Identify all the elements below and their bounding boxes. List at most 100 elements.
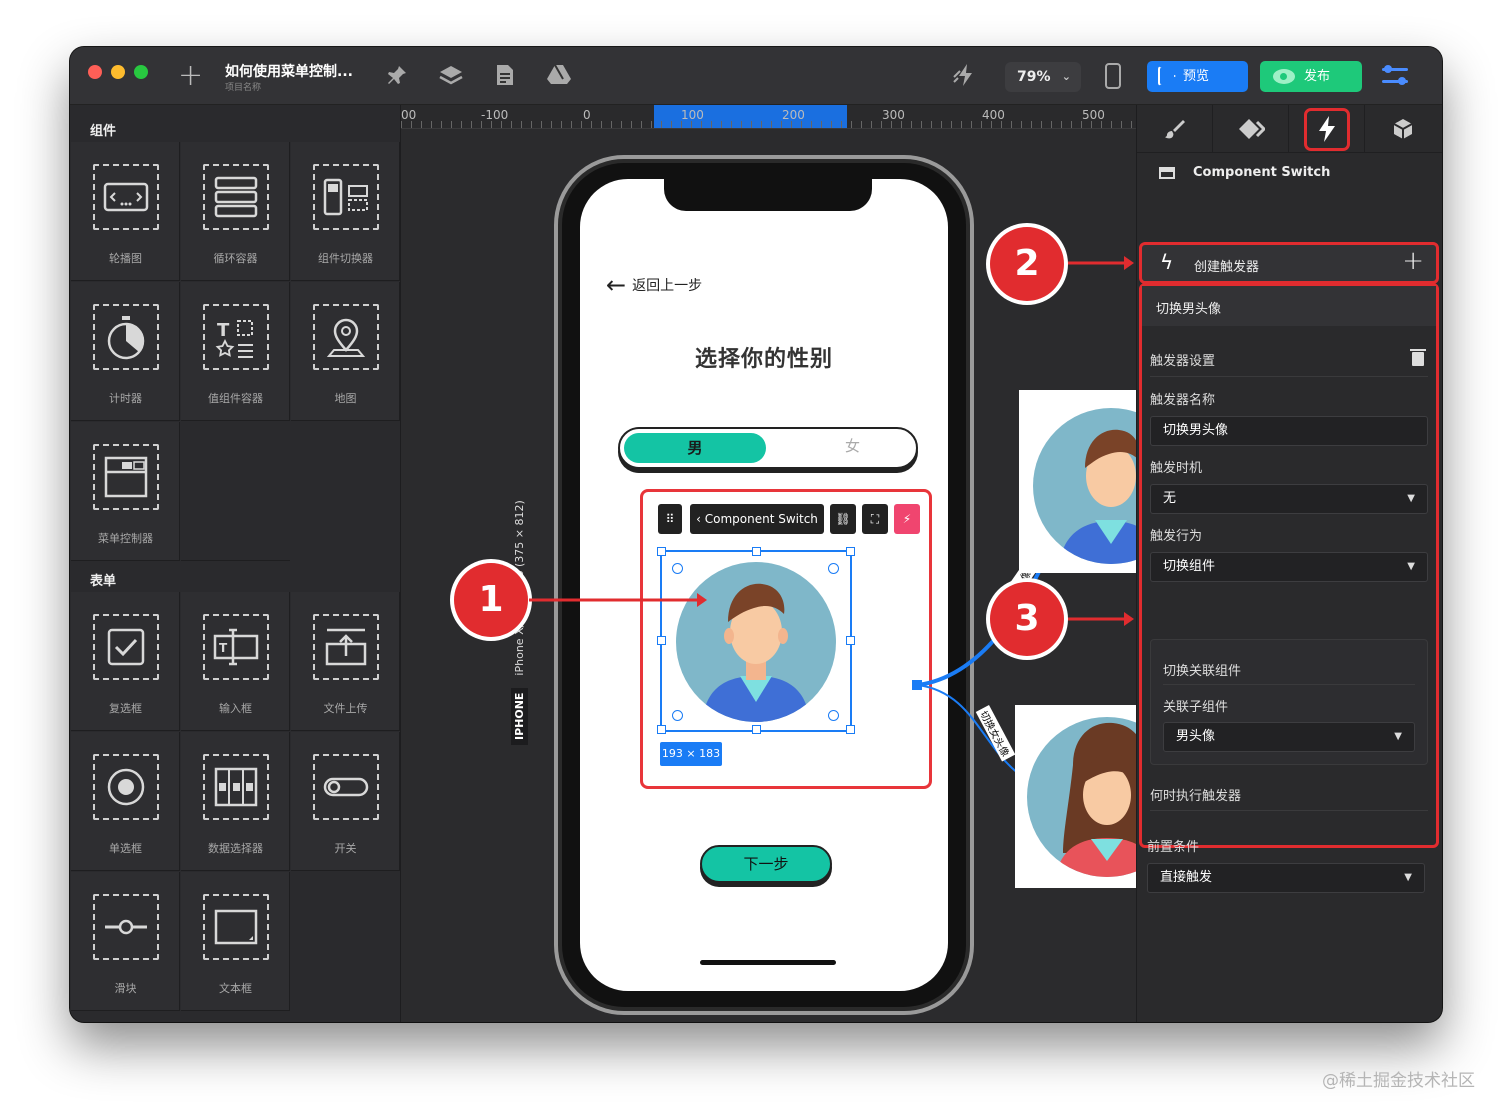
tab-states[interactable]: [1213, 105, 1289, 153]
size-badge: 193 × 183: [660, 742, 722, 766]
child-component-select[interactable]: 男头像 ▼: [1163, 722, 1415, 752]
link-icon[interactable]: ⛓: [830, 504, 856, 534]
data-picker-icon: [205, 756, 267, 818]
publish-button[interactable]: 发布: [1260, 61, 1362, 92]
phone-frame: ← 返回上一步 选择你的性别 男 女 ⠿ ‹ Component Switch ⛓…: [554, 155, 974, 1015]
maximize-window-button[interactable]: [134, 65, 148, 79]
tab-plugins[interactable]: [1365, 105, 1441, 153]
eye-icon: [1273, 69, 1295, 84]
next-button[interactable]: 下一步: [700, 845, 832, 883]
watermark: @稀土掘金技术社区: [1322, 1071, 1475, 1091]
zoom-select[interactable]: 79% ⌄: [1005, 62, 1081, 92]
preview-label: 预览: [1183, 69, 1210, 84]
svg-text:T: T: [219, 641, 228, 655]
male-avatar-image: [676, 562, 836, 722]
female-avatar-card[interactable]: [1015, 705, 1136, 888]
brush-icon: [1164, 120, 1185, 139]
form-data-picker[interactable]: 数据选择器: [181, 732, 290, 871]
trigger-action-select[interactable]: 切换组件 ▼: [1150, 552, 1428, 582]
fullscreen-icon[interactable]: ⛶: [862, 504, 888, 534]
selected-avatar-box[interactable]: [657, 547, 855, 734]
when-execute-label: 何时执行触发器: [1150, 789, 1242, 804]
project-title[interactable]: 如何使用菜单控制...: [225, 61, 353, 81]
add-icon[interactable]: +: [178, 58, 203, 93]
drive-icon[interactable]: [546, 63, 572, 89]
left-panel: 组件 轮播图 循环容器 组件切换器 计时器 T 值组件容器 地图 菜单控制器 表…: [70, 105, 401, 1022]
bolt-icon[interactable]: ⚡: [894, 504, 920, 534]
component-switcher[interactable]: 组件切换器: [291, 142, 400, 281]
trigger-settings-title: 触发器设置: [1150, 354, 1216, 369]
option-female[interactable]: 女: [845, 435, 860, 456]
form-slider[interactable]: 滑块: [71, 872, 180, 1011]
component-breadcrumb[interactable]: ‹ Component Switch: [690, 504, 824, 534]
form-label: 开关: [334, 842, 357, 855]
tab-highlight: [1304, 108, 1350, 151]
arrow-left-icon: ←: [606, 271, 627, 299]
close-window-button[interactable]: [88, 65, 102, 79]
back-link[interactable]: ← 返回上一步: [606, 271, 702, 299]
component-timer[interactable]: 计时器: [71, 282, 180, 421]
component-label: 轮播图: [109, 252, 142, 265]
form-switch[interactable]: 开关: [291, 732, 400, 871]
form-textarea[interactable]: 文本框: [181, 872, 290, 1011]
project-subtitle: 项目名称: [225, 83, 262, 93]
cube-icon: [1393, 119, 1413, 139]
component-label: 地图: [334, 392, 357, 405]
component-label: 组件切换器: [318, 252, 373, 265]
menu-controller-icon: [95, 446, 157, 508]
back-label: 返回上一步: [632, 278, 703, 294]
right-panel: Component Switch ϟ 创建触发器 + 切换男头像 触发器设置 触…: [1136, 105, 1442, 1022]
textarea-icon: [205, 896, 267, 958]
component-map[interactable]: 地图: [291, 282, 400, 421]
empty-cell: [181, 422, 290, 561]
component-carousel[interactable]: 轮播图: [71, 142, 180, 281]
device-tag: IPHONE: [511, 687, 528, 745]
component-value-container[interactable]: T 值组件容器: [181, 282, 290, 421]
checkbox-icon: [95, 616, 157, 678]
device-phone-icon[interactable]: [1100, 63, 1126, 89]
play-icon: [1158, 66, 1176, 86]
component-menu-controller[interactable]: 菜单控制器: [71, 422, 180, 561]
document-icon[interactable]: [492, 63, 518, 89]
trigger-timing-value: 无: [1163, 491, 1177, 506]
trash-icon[interactable]: [1410, 349, 1426, 366]
ruler-tick: -100: [481, 108, 509, 122]
form-checkbox[interactable]: 复选框: [71, 592, 180, 731]
layers-icon[interactable]: [438, 63, 464, 89]
form-file-upload[interactable]: 文件上传: [291, 592, 400, 731]
add-trigger-button[interactable]: +: [1402, 246, 1424, 276]
component-loop-container[interactable]: 循环容器: [181, 142, 290, 281]
svg-text:T: T: [217, 320, 230, 341]
interaction-bolt-icon[interactable]: [952, 63, 978, 89]
form-label: 复选框: [109, 702, 142, 715]
form-input[interactable]: T 输入框: [181, 592, 290, 731]
male-avatar-card[interactable]: [1019, 390, 1136, 573]
create-trigger-bar[interactable]: ϟ 创建触发器 +: [1139, 242, 1439, 284]
ruler-tick: 0: [583, 108, 591, 122]
minimize-window-button[interactable]: [111, 65, 125, 79]
component-switch-frame[interactable]: ⠿ ‹ Component Switch ⛓ ⛶ ⚡ 193 × 183: [640, 489, 932, 789]
tab-triggers[interactable]: [1289, 105, 1365, 153]
option-male[interactable]: 男: [624, 433, 766, 463]
chevron-down-icon: ▼: [1394, 731, 1402, 742]
precondition-select[interactable]: 直接触发 ▼: [1147, 863, 1425, 893]
chevron-down-icon: ▼: [1407, 561, 1415, 572]
form-radio[interactable]: 单选框: [71, 732, 180, 871]
text-input-icon: T: [205, 616, 267, 678]
pin-icon[interactable]: [384, 63, 410, 89]
trigger-name-input[interactable]: 切换男头像: [1150, 416, 1428, 446]
app-window: + 如何使用菜单控制... 项目名称 79% ⌄ 预览 发布 组件 轮播图 循环…: [70, 47, 1442, 1022]
preview-button[interactable]: 预览: [1147, 61, 1248, 92]
tab-style[interactable]: [1137, 105, 1213, 153]
design-canvas[interactable]: 00 -100 0 100 200 300 400 500 IPHONEiPho…: [401, 105, 1136, 1022]
phone-screen[interactable]: ← 返回上一步 选择你的性别 男 女 ⠿ ‹ Component Switch ⛓…: [580, 179, 948, 991]
child-component-value: 男头像: [1176, 729, 1216, 744]
phone-notch: [664, 179, 872, 211]
trigger-timing-label: 触发时机: [1150, 461, 1203, 476]
trigger-timing-select[interactable]: 无 ▼: [1150, 484, 1428, 514]
sliders-icon[interactable]: [1380, 63, 1410, 89]
trigger-header[interactable]: 切换男头像: [1142, 286, 1436, 326]
drag-handle-icon[interactable]: ⠿: [658, 504, 682, 534]
gender-segmented-control[interactable]: 男 女: [618, 427, 918, 469]
form-label: 输入框: [219, 702, 252, 715]
